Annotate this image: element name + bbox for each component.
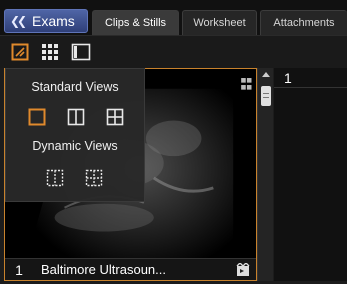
toolbar bbox=[0, 36, 347, 68]
second-viewport[interactable]: 1 bbox=[274, 68, 347, 281]
panel-toggle-icon[interactable] bbox=[71, 42, 91, 62]
layout-select-icon[interactable] bbox=[10, 42, 30, 62]
grid-icon[interactable] bbox=[40, 42, 60, 62]
clip-index: 1 bbox=[15, 261, 23, 278]
standard-views-title: Standard Views bbox=[31, 80, 119, 94]
viewer-scrollbar[interactable] bbox=[257, 68, 273, 281]
dynamic-views-title: Dynamic Views bbox=[32, 139, 118, 153]
two-column-view-icon[interactable] bbox=[67, 108, 85, 126]
dynamic-two-column-view-icon[interactable] bbox=[46, 169, 64, 187]
overlay-icons: ■■ ■■ bbox=[240, 77, 252, 91]
tab-attachments[interactable]: Attachments bbox=[260, 10, 347, 35]
exams-label: Exams bbox=[32, 13, 75, 29]
tab-worksheet[interactable]: Worksheet bbox=[182, 10, 257, 35]
dynamic-four-grid-view-icon[interactable] bbox=[85, 169, 103, 187]
clip-caption: 1 Baltimore Ultrasoun... bbox=[5, 258, 256, 280]
scroll-up-arrow-icon[interactable] bbox=[262, 72, 270, 77]
four-grid-view-icon[interactable] bbox=[106, 108, 124, 126]
tab-clips-stills[interactable]: Clips & Stills bbox=[92, 10, 179, 35]
single-view-icon[interactable] bbox=[28, 108, 46, 126]
exams-back-button[interactable]: ❮❮ Exams bbox=[4, 9, 88, 33]
clip-title: Baltimore Ultrasoun... bbox=[41, 262, 166, 277]
top-bar: ❮❮ Exams Clips & Stills Worksheet Attach… bbox=[0, 0, 347, 36]
clip-film-icon[interactable] bbox=[236, 263, 250, 277]
viewport-index: 1 bbox=[274, 68, 347, 88]
layout-menu: Standard Views Dynamic Views bbox=[5, 68, 145, 202]
scroll-thumb[interactable] bbox=[261, 86, 271, 106]
double-chevron-left-icon: ❮❮ bbox=[10, 14, 27, 28]
